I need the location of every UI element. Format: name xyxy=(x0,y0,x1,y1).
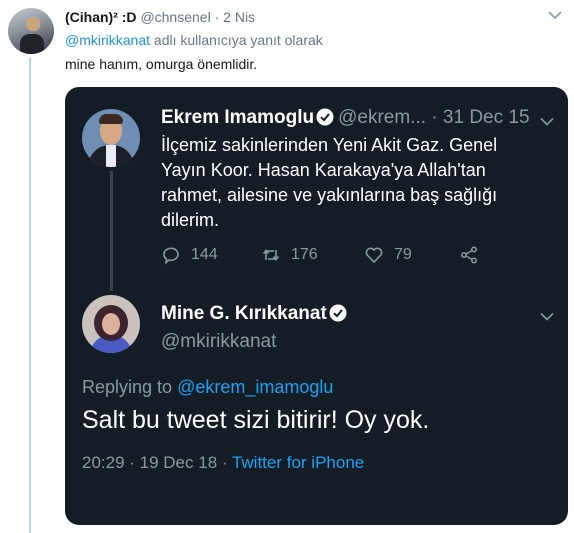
tweet-header: (Cihan)² :D @chnsenel · 2 Nis xyxy=(65,9,255,25)
reply-icon xyxy=(163,247,179,265)
chevron-down-icon xyxy=(540,312,554,321)
retweet-icon xyxy=(262,249,280,261)
verified-badge-icon xyxy=(316,108,334,126)
reply-avatar xyxy=(82,295,140,353)
quoted-time: 31 Dec 15 xyxy=(442,107,530,128)
like-count: 79 xyxy=(394,246,412,263)
reply-context: @mkirikkanat adlı kullanıcıya yanıt olar… xyxy=(65,32,323,48)
like-action: 79 xyxy=(364,245,412,265)
reply-timestamp: 20:29 · 19 Dec 18 · xyxy=(82,453,228,472)
tweet-source: Twitter for iPhone xyxy=(231,453,365,472)
separator: · xyxy=(431,107,438,128)
heart-icon xyxy=(365,247,383,264)
attached-screenshot[interactable]: Ekrem Imamoglu @ekrem... · 31 Dec 15 İlçe… xyxy=(65,87,568,525)
conversation-line xyxy=(110,171,113,291)
retweet-action: 176 xyxy=(261,245,318,265)
chevron-down-icon xyxy=(540,117,554,126)
replying-to: Replying to @ekrem_imamoglu xyxy=(82,377,333,398)
replying-mention: @ekrem_imamoglu xyxy=(177,377,334,397)
retweet-count: 176 xyxy=(291,246,318,263)
reply-author-name: Mine G. Kırıkkanat xyxy=(161,303,351,325)
reply-action: 144 xyxy=(161,245,218,265)
quoted-text-line: İlçemiz sakinlerinden Yeni Akit Gaz. Gen… xyxy=(161,135,498,155)
replying-prefix: Replying to xyxy=(82,377,173,397)
reply-author-handle: @mkirikkanat xyxy=(161,331,277,352)
quoted-text-line: dilerim. xyxy=(161,210,220,230)
share-action xyxy=(459,245,479,265)
quoted-text-line: rahmet, ailesine ve yakınlarına baş sağl… xyxy=(161,185,498,205)
author-name[interactable]: (Cihan)² :D xyxy=(65,9,137,25)
quoted-header: Ekrem Imamoglu @ekrem... · 31 Dec 15 xyxy=(161,107,530,129)
reply-tweet-text: Salt bu tweet sizi bitirir! Oy yok. xyxy=(82,406,430,434)
reply-mention-link[interactable]: @mkirikkanat xyxy=(65,32,150,48)
tweet-text: mine hanım, omurga önemlidir. xyxy=(65,56,258,72)
reply-count: 144 xyxy=(191,246,218,263)
quoted-text-line: Yayın Koor. Hasan Karakaya'ya Allah'tan xyxy=(161,160,486,180)
avatar[interactable] xyxy=(8,8,54,54)
verified-badge-icon xyxy=(329,304,347,322)
reply-author-name-text: Mine G. Kırıkkanat xyxy=(161,303,327,324)
tweet-meta: 20:29 · 19 Dec 18 · Twitter for iPhone xyxy=(82,453,364,473)
quoted-avatar xyxy=(82,109,140,167)
thread-line xyxy=(29,58,31,533)
separator: · xyxy=(214,9,220,25)
quoted-author-handle: @ekrem... xyxy=(338,107,427,128)
quoted-author-name: Ekrem Imamoglu xyxy=(161,107,315,128)
author-handle[interactable]: @chnsenel xyxy=(140,9,210,25)
reply-suffix: adlı kullanıcıya yanıt olarak xyxy=(153,32,323,48)
chevron-down-icon[interactable] xyxy=(548,10,562,20)
tweet-time[interactable]: 2 Nis xyxy=(223,9,255,25)
share-icon xyxy=(461,246,477,264)
quoted-tweet-text: İlçemiz sakinlerinden Yeni Akit Gaz. Gen… xyxy=(161,133,521,233)
action-bar: 144 176 79 xyxy=(161,245,501,269)
